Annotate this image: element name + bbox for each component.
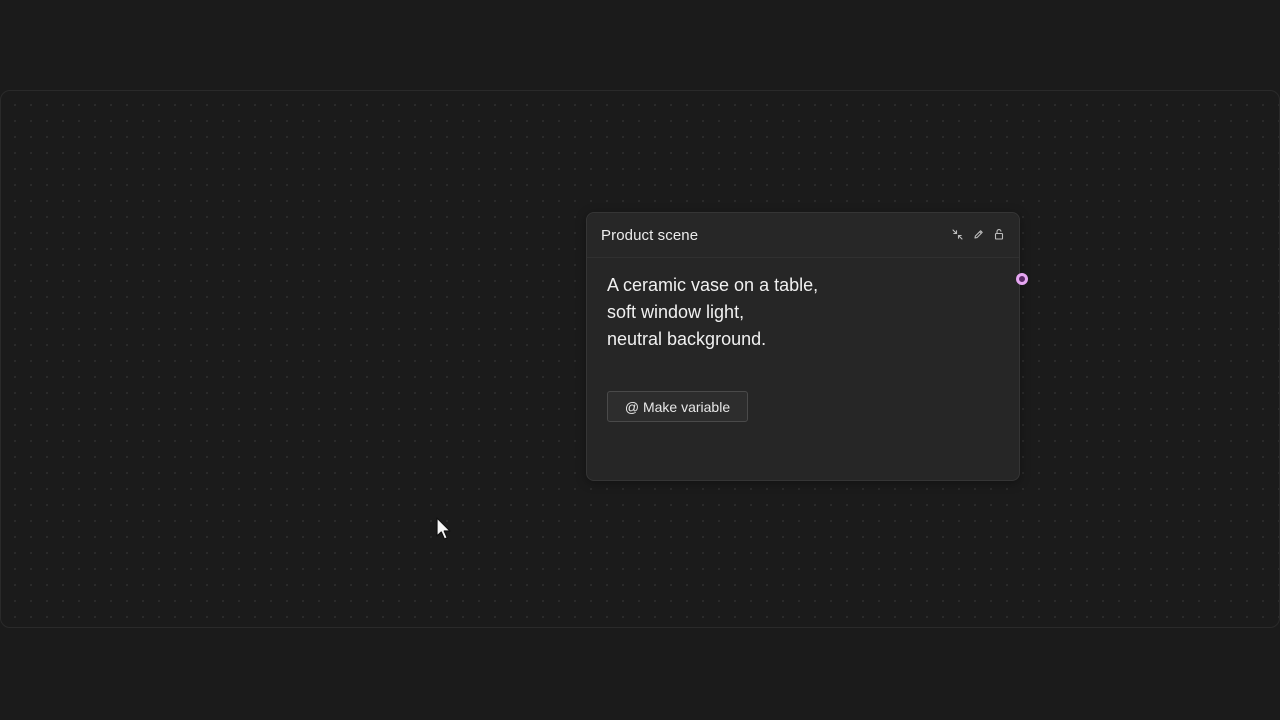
- text-prompt-node[interactable]: Product scene A ceramic vase on a table,…: [586, 212, 1020, 481]
- lock-icon[interactable]: [993, 227, 1005, 241]
- prompt-line: soft window light,: [607, 302, 745, 322]
- node-header[interactable]: Product scene: [587, 213, 1019, 258]
- node-header-actions: [951, 227, 1005, 241]
- prompt-line: A ceramic vase on a table,: [607, 275, 819, 295]
- mouse-cursor-icon: [436, 517, 451, 540]
- prompt-text[interactable]: A ceramic vase on a table, soft window l…: [607, 272, 987, 353]
- collapse-icon[interactable]: [951, 227, 963, 241]
- make-variable-button[interactable]: @ Make variable: [607, 391, 748, 422]
- node-title: Product scene: [601, 227, 699, 244]
- output-port-handle[interactable]: [1016, 273, 1028, 285]
- pencil-icon[interactable]: [972, 227, 984, 241]
- prompt-line: neutral background.: [607, 329, 767, 349]
